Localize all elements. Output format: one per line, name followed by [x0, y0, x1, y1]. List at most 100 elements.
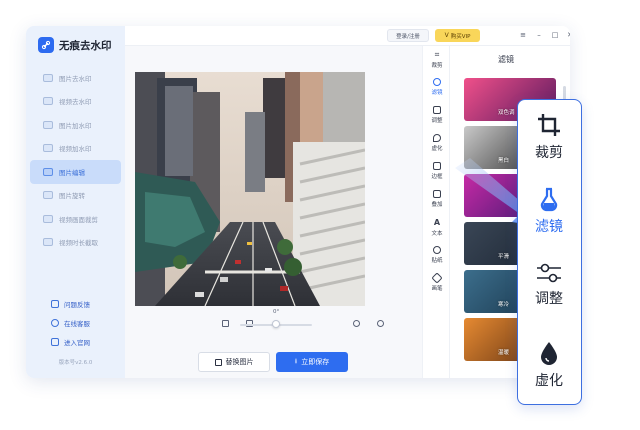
- website-label: 进入官网: [64, 338, 90, 347]
- sidebar-item-video-add[interactable]: 视频加水印: [30, 137, 121, 161]
- minimize-icon[interactable]: –: [534, 30, 544, 41]
- top-bar: 登录/注册 V 购买VIP ≡ – □ ✕: [125, 26, 570, 46]
- close-icon[interactable]: ✕: [565, 30, 570, 41]
- tool-border[interactable]: 边框: [423, 162, 451, 188]
- download-icon: ⭳: [294, 356, 298, 365]
- sidebar-item-image-edit[interactable]: 图片编辑: [30, 160, 121, 184]
- replace-image-label: 替换图片: [225, 358, 254, 366]
- sidebar-item-label: 视频时长截取: [59, 239, 98, 248]
- tool-crop[interactable]: ⌗ 裁剪: [423, 50, 451, 76]
- sidebar-item-video-trim[interactable]: 视频时长截取: [30, 231, 121, 255]
- filter-icon: [540, 187, 558, 212]
- tool-blur[interactable]: 虚化: [423, 134, 451, 160]
- tool-label: 滤镜: [431, 90, 443, 96]
- sidebar-links: 问题反馈 在线客服 进入官网: [51, 294, 90, 351]
- tool-brush[interactable]: 画笔: [423, 272, 451, 300]
- replace-icon: [214, 358, 222, 366]
- image-icon: [43, 73, 53, 82]
- sidebar-nav: 图片去水印 视频去水印 图片加水印 视频加水印 图片编辑 图片旋转 视频画面裁剪…: [30, 66, 121, 254]
- flip-horizontal-icon[interactable]: [222, 320, 229, 327]
- crop-icon: ⌗: [434, 50, 440, 59]
- buy-vip-button[interactable]: V 购买VIP: [435, 29, 480, 42]
- sidebar-item-label: 视频去水印: [59, 98, 92, 107]
- rotate-right-icon[interactable]: [377, 320, 384, 327]
- app-logo: 无痕去水印: [38, 36, 112, 54]
- brush-icon: [431, 272, 443, 284]
- save-label: 立即保存: [301, 358, 330, 366]
- tool-overlay[interactable]: 叠加: [423, 190, 451, 216]
- rotation-slider-thumb[interactable]: [272, 320, 280, 328]
- rotate-icon: [43, 191, 53, 200]
- version-text: 版本号v2.6.0: [58, 360, 93, 366]
- tool-label: 叠加: [431, 202, 443, 208]
- support-link[interactable]: 在线客服: [51, 313, 90, 332]
- video-crop-icon: [43, 214, 53, 223]
- stage: 无痕去水印 图片去水印 视频去水印 图片加水印 视频加水印 图片编辑 图片旋转 …: [0, 0, 640, 430]
- tool-label: 裁剪: [431, 63, 443, 69]
- sidebar-item-video-crop[interactable]: 视频画面裁剪: [30, 207, 121, 231]
- tool-adjust[interactable]: 调整: [423, 106, 451, 132]
- sidebar-item-image-rotate[interactable]: 图片旋转: [30, 184, 121, 208]
- feedback-label: 问题反馈: [64, 300, 90, 309]
- support-icon: [51, 318, 59, 327]
- rotate-left-icon[interactable]: [353, 320, 360, 327]
- callout-label: 滤镜: [535, 219, 563, 235]
- image-edit-toolbar: 0°: [125, 309, 422, 332]
- blur-icon: [541, 342, 557, 365]
- callout-blur[interactable]: 虚化: [518, 340, 580, 390]
- buy-vip-label: 购买VIP: [450, 33, 471, 40]
- tool-sticker[interactable]: 贴纸: [423, 246, 451, 272]
- sidebar-item-image-remove[interactable]: 图片去水印: [30, 66, 121, 90]
- sidebar: 无痕去水印 图片去水印 视频去水印 图片加水印 视频加水印 图片编辑 图片旋转 …: [26, 26, 125, 378]
- filter-label: 黑白: [498, 158, 510, 164]
- video-trim-icon: [43, 238, 53, 247]
- tool-label: 画笔: [431, 286, 443, 292]
- callout-label: 虚化: [535, 373, 563, 389]
- sidebar-item-image-add[interactable]: 图片加水印: [30, 113, 121, 137]
- callout-crop[interactable]: 裁剪: [518, 112, 580, 162]
- image-edit-icon: [43, 167, 53, 176]
- support-label: 在线客服: [64, 319, 90, 328]
- app-title: 无痕去水印: [59, 39, 112, 52]
- feedback-icon: [51, 299, 59, 308]
- replace-image-button[interactable]: 替换图片: [198, 352, 270, 372]
- filter-icon: [433, 78, 441, 86]
- filter-panel-title: 滤镜: [498, 55, 514, 64]
- callout-label: 调整: [535, 291, 563, 307]
- login-button[interactable]: 登录/注册: [387, 29, 429, 42]
- feedback-link[interactable]: 问题反馈: [51, 294, 90, 313]
- sidebar-item-label: 视频加水印: [59, 145, 92, 154]
- filter-label: 寒冷: [498, 302, 510, 308]
- callout-filter[interactable]: 滤镜: [518, 186, 580, 236]
- callout-label: 裁剪: [535, 145, 563, 161]
- video-icon: [43, 97, 53, 106]
- website-icon: [51, 337, 59, 346]
- maximize-icon[interactable]: □: [550, 30, 560, 41]
- tool-text[interactable]: A 文本: [423, 218, 451, 244]
- website-link[interactable]: 进入官网: [51, 332, 90, 351]
- app-window: 无痕去水印 图片去水印 视频去水印 图片加水印 视频加水印 图片编辑 图片旋转 …: [26, 26, 570, 378]
- tool-label: 调整: [431, 118, 443, 124]
- text-icon: A: [433, 218, 441, 227]
- adjust-icon: [433, 106, 441, 114]
- tool-zoom-callout: 裁剪 滤镜 调整 虚化: [517, 99, 582, 405]
- sidebar-item-label: 图片旋转: [59, 192, 85, 201]
- sidebar-item-video-remove[interactable]: 视频去水印: [30, 90, 121, 114]
- link-icon: [38, 37, 54, 53]
- image-watermark-icon: [43, 120, 53, 129]
- filter-label: 温暖: [498, 350, 510, 356]
- video-watermark-icon: [43, 144, 53, 153]
- blur-icon: [433, 134, 441, 142]
- rotation-value: 0°: [273, 309, 280, 315]
- preview-image[interactable]: [135, 72, 365, 306]
- callout-adjust[interactable]: 调整: [518, 262, 580, 308]
- tool-filter[interactable]: 滤镜: [423, 78, 451, 104]
- crop-icon: [538, 114, 560, 136]
- sidebar-item-label: 图片编辑: [59, 168, 85, 177]
- menu-icon[interactable]: ≡: [518, 30, 528, 41]
- vip-icon: V: [444, 32, 449, 39]
- sidebar-item-label: 图片加水印: [59, 121, 92, 130]
- filter-label: 双色调: [498, 110, 515, 116]
- border-icon: [433, 162, 441, 170]
- save-button[interactable]: ⭳ 立即保存: [276, 352, 348, 372]
